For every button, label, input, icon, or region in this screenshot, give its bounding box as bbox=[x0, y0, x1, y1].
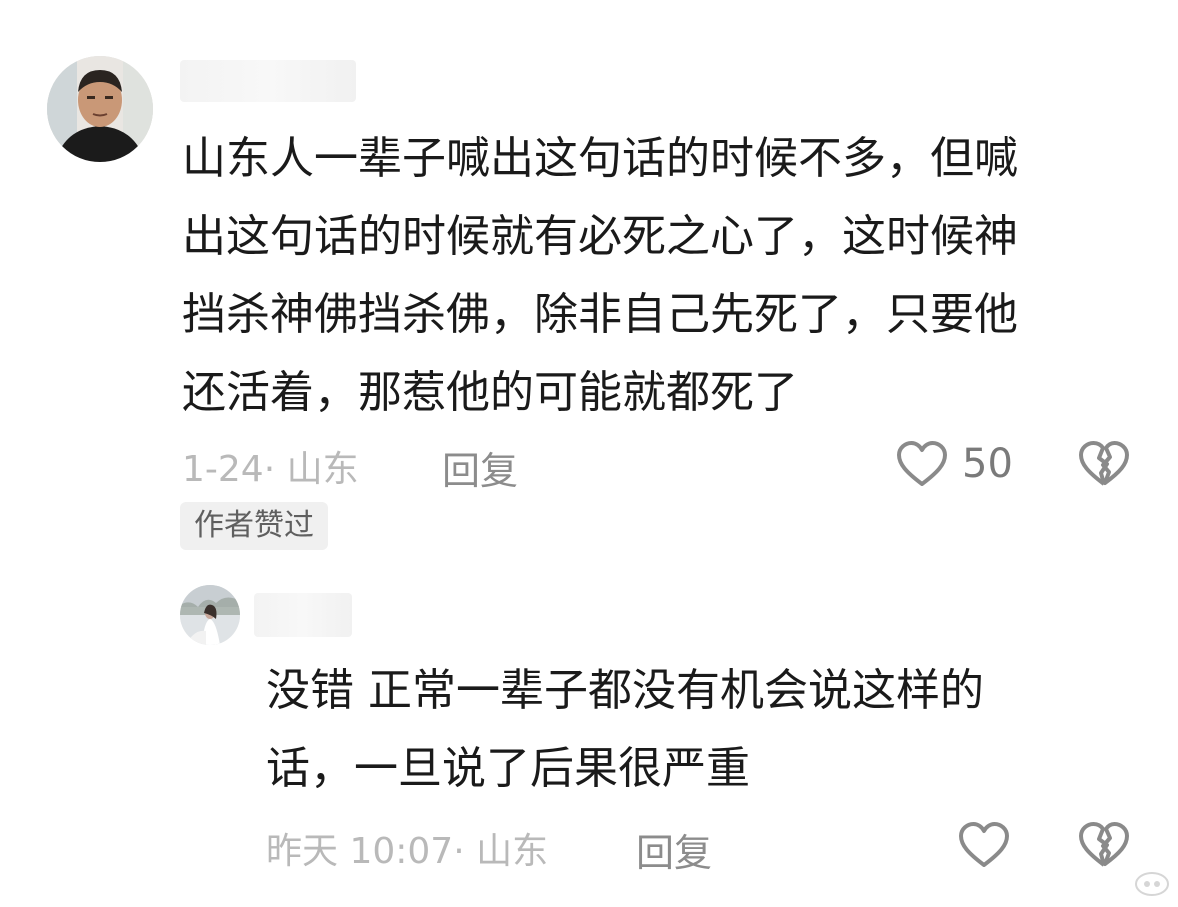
avatar[interactable] bbox=[180, 585, 240, 645]
heart-outline-icon[interactable] bbox=[958, 821, 1010, 869]
comment-line: 没错 正常一辈子都没有机会说这样的 bbox=[266, 665, 984, 716]
author-liked-badge: 作者赞过 bbox=[180, 502, 328, 550]
reply-comment-text: 没错 正常一辈子都没有机会说这样的 话，一旦说了后果很严重 bbox=[266, 652, 1106, 808]
comment-meta: 昨天 10:07· 山东 bbox=[266, 831, 549, 872]
like-count: 50 bbox=[962, 441, 1013, 487]
comment-line: 挡杀神佛挡杀佛，除非自己先死了，只要他 bbox=[182, 289, 1018, 340]
comment-line: 出这句话的时候就有必死之心了，这时候神 bbox=[182, 211, 1018, 262]
broken-heart-icon[interactable] bbox=[1078, 440, 1130, 488]
comment-line: 还活着，那惹他的可能就都死了 bbox=[182, 367, 798, 418]
heart-outline-icon[interactable] bbox=[896, 440, 948, 488]
avatar[interactable] bbox=[47, 56, 153, 162]
watermark-icon bbox=[1132, 866, 1172, 898]
comment-line: 话，一旦说了后果很严重 bbox=[266, 743, 750, 794]
username-redacted[interactable] bbox=[254, 593, 352, 637]
reply-button[interactable]: 回复 bbox=[442, 440, 518, 495]
broken-heart-icon[interactable] bbox=[1078, 821, 1130, 869]
comment-text: 山东人一辈子喊出这句话的时候不多，但喊 出这句话的时候就有必死之心了，这时候神 … bbox=[182, 120, 1142, 432]
comment-meta: 1-24· 山东 bbox=[182, 449, 359, 490]
reply-button[interactable]: 回复 bbox=[636, 822, 712, 877]
comment-line: 山东人一辈子喊出这句话的时候不多，但喊 bbox=[182, 133, 1018, 184]
username-redacted[interactable] bbox=[180, 60, 356, 102]
